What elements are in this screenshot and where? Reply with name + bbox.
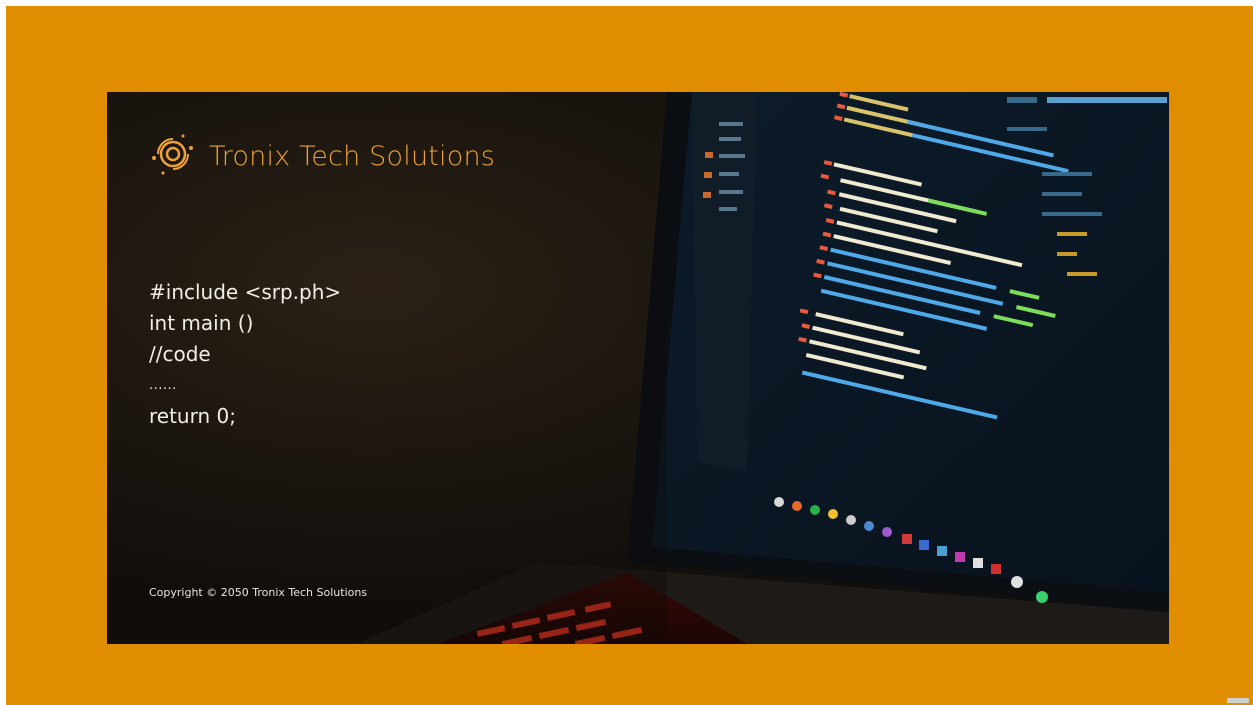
- orange-frame: Tronix Tech Solutions #include <srp.ph> …: [6, 6, 1253, 705]
- corner-badge: [1227, 698, 1249, 703]
- brand-name: Tronix Tech Solutions: [209, 140, 496, 172]
- code-line: int main (): [149, 311, 254, 335]
- code-line: //code: [149, 342, 211, 366]
- code-line: ......: [149, 378, 177, 393]
- orbit-logo-icon: [149, 130, 197, 183]
- code-line: return 0;: [149, 404, 236, 428]
- code-line: #include <srp.ph>: [149, 280, 342, 304]
- copyright-text: Copyright © 2050 Tronix Tech Solutions: [149, 586, 368, 599]
- code-snippet: #include <srp.ph> int main () //code ...…: [149, 277, 341, 432]
- brand: Tronix Tech Solutions: [149, 132, 495, 180]
- slide-canvas: Tronix Tech Solutions #include <srp.ph> …: [107, 92, 1169, 644]
